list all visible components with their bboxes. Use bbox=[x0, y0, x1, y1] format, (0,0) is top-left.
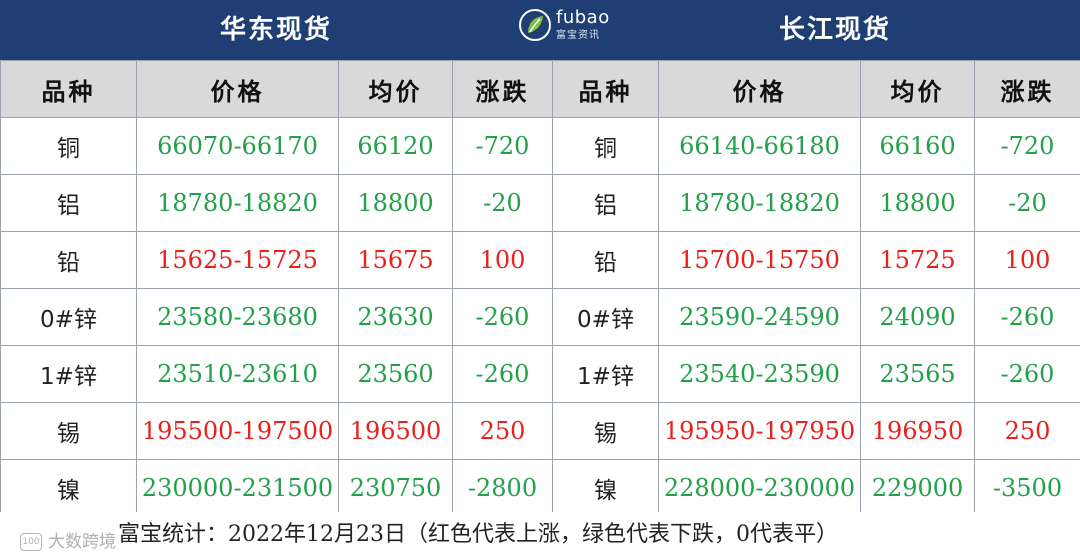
average-price-cell: 196500 bbox=[338, 402, 453, 460]
variety-cell: 铅 bbox=[552, 231, 659, 289]
price-change-cell: 250 bbox=[974, 402, 1080, 460]
average-price-cell: 23560 bbox=[338, 345, 453, 403]
average-price-cell: 18800 bbox=[860, 174, 975, 232]
footer: 100 大数跨境 富宝统计：2022年12月23日（红色代表上涨，绿色代表下跌，0… bbox=[0, 512, 1080, 560]
price-range-cell: 18780-18820 bbox=[136, 174, 339, 232]
watermark: 100 大数跨境 bbox=[20, 530, 116, 554]
variety-cell: 1#锌 bbox=[552, 345, 659, 403]
variety-cell: 铜 bbox=[0, 117, 137, 175]
variety-cell: 锡 bbox=[0, 402, 137, 460]
table-row: 铅 15625-15725 15675 100 铅 15700-15750 15725 100 bbox=[0, 231, 1080, 289]
price-range-cell: 15700-15750 bbox=[658, 231, 861, 289]
title-banner: 华东现货 fubao 富宝资讯 长江现货 bbox=[0, 0, 1080, 60]
price-change-cell: 100 bbox=[452, 231, 553, 289]
price-range-cell: 230000-231500 bbox=[136, 459, 339, 517]
price-change-cell: 250 bbox=[452, 402, 553, 460]
variety-cell: 锡 bbox=[552, 402, 659, 460]
col-header-variety: 品种 bbox=[552, 60, 659, 118]
price-change-cell: -720 bbox=[452, 117, 553, 175]
price-change-cell: -2800 bbox=[452, 459, 553, 517]
col-header-price: 价格 bbox=[136, 60, 339, 118]
col-header-average: 均价 bbox=[860, 60, 975, 118]
column-header-row: 品种 价格 均价 涨跌 品种 价格 均价 涨跌 bbox=[0, 60, 1080, 118]
average-price-cell: 15675 bbox=[338, 231, 453, 289]
east-china-title: 华东现货 bbox=[219, 15, 332, 45]
price-change-cell: -20 bbox=[452, 174, 553, 232]
table-row: 1#锌 23510-23610 23560 -260 1#锌 23540-23590 235… bbox=[0, 345, 1080, 403]
variety-cell: 铝 bbox=[0, 174, 137, 232]
average-price-cell: 229000 bbox=[860, 459, 975, 517]
variety-cell: 0#锌 bbox=[0, 288, 137, 346]
price-range-cell: 23580-23680 bbox=[136, 288, 339, 346]
average-price-cell: 15725 bbox=[860, 231, 975, 289]
variety-cell: 镍 bbox=[552, 459, 659, 517]
price-range-cell: 195950-197950 bbox=[658, 402, 861, 460]
price-change-cell: -260 bbox=[452, 288, 553, 346]
col-header-average: 均价 bbox=[338, 60, 453, 118]
table-row: 锡 195500-197500 196500 250 锡 195950-197950 196… bbox=[0, 402, 1080, 460]
variety-cell: 铅 bbox=[0, 231, 137, 289]
average-price-cell: 196950 bbox=[860, 402, 975, 460]
col-header-change: 涨跌 bbox=[974, 60, 1080, 118]
col-header-variety: 品种 bbox=[0, 60, 137, 118]
average-price-cell: 230750 bbox=[338, 459, 453, 517]
variety-cell: 镍 bbox=[0, 459, 137, 517]
footer-note: 富宝统计：2022年12月23日（红色代表上涨，绿色代表下跌，0代表平） bbox=[118, 522, 838, 547]
price-change-cell: -260 bbox=[974, 345, 1080, 403]
average-price-cell: 66160 bbox=[860, 117, 975, 175]
col-header-price: 价格 bbox=[658, 60, 861, 118]
price-range-cell: 195500-197500 bbox=[136, 402, 339, 460]
variety-cell: 铜 bbox=[552, 117, 659, 175]
price-range-cell: 15625-15725 bbox=[136, 231, 339, 289]
price-change-cell: -720 bbox=[974, 117, 1080, 175]
col-header-change: 涨跌 bbox=[452, 60, 553, 118]
variety-cell: 1#锌 bbox=[0, 345, 137, 403]
variety-cell: 0#锌 bbox=[552, 288, 659, 346]
price-range-cell: 66070-66170 bbox=[136, 117, 339, 175]
table-row: 铝 18780-18820 18800 -20 铝 18780-18820 18800 -20 bbox=[0, 174, 1080, 232]
table-row: 镍 230000-231500 230750 -2800 镍 228000-230000 2… bbox=[0, 459, 1080, 517]
table-row: 铜 66070-66170 66120 -720 铜 66140-66180 66160 -7… bbox=[0, 117, 1080, 175]
average-price-cell: 66120 bbox=[338, 117, 453, 175]
price-range-cell: 23510-23610 bbox=[136, 345, 339, 403]
watermark-badge-icon: 100 bbox=[20, 533, 42, 551]
price-sheet: 华东现货 fubao 富宝资讯 长江现货 品种 价格 均价 涨跌 品种 价格 均… bbox=[0, 0, 1080, 560]
price-range-cell: 23540-23590 bbox=[658, 345, 861, 403]
fubao-leaf-icon bbox=[519, 9, 551, 41]
price-change-cell: -260 bbox=[452, 345, 553, 403]
variety-cell: 铝 bbox=[552, 174, 659, 232]
yangtze-title: 长江现货 bbox=[778, 15, 891, 45]
price-range-cell: 228000-230000 bbox=[658, 459, 861, 517]
average-price-cell: 24090 bbox=[860, 288, 975, 346]
table-row: 0#锌 23580-23680 23630 -260 0#锌 23590-24590 240… bbox=[0, 288, 1080, 346]
price-range-cell: 18780-18820 bbox=[658, 174, 861, 232]
price-change-cell: 100 bbox=[974, 231, 1080, 289]
average-price-cell: 23630 bbox=[338, 288, 453, 346]
average-price-cell: 18800 bbox=[338, 174, 453, 232]
price-change-cell: -3500 bbox=[974, 459, 1080, 517]
price-range-cell: 23590-24590 bbox=[658, 288, 861, 346]
watermark-text: 大数跨境 bbox=[48, 532, 116, 552]
average-price-cell: 23565 bbox=[860, 345, 975, 403]
price-change-cell: -260 bbox=[974, 288, 1080, 346]
price-change-cell: -20 bbox=[974, 174, 1080, 232]
price-table: 品种 价格 均价 涨跌 品种 价格 均价 涨跌 铜 66070-66170 6612… bbox=[0, 60, 1080, 517]
price-range-cell: 66140-66180 bbox=[658, 117, 861, 175]
